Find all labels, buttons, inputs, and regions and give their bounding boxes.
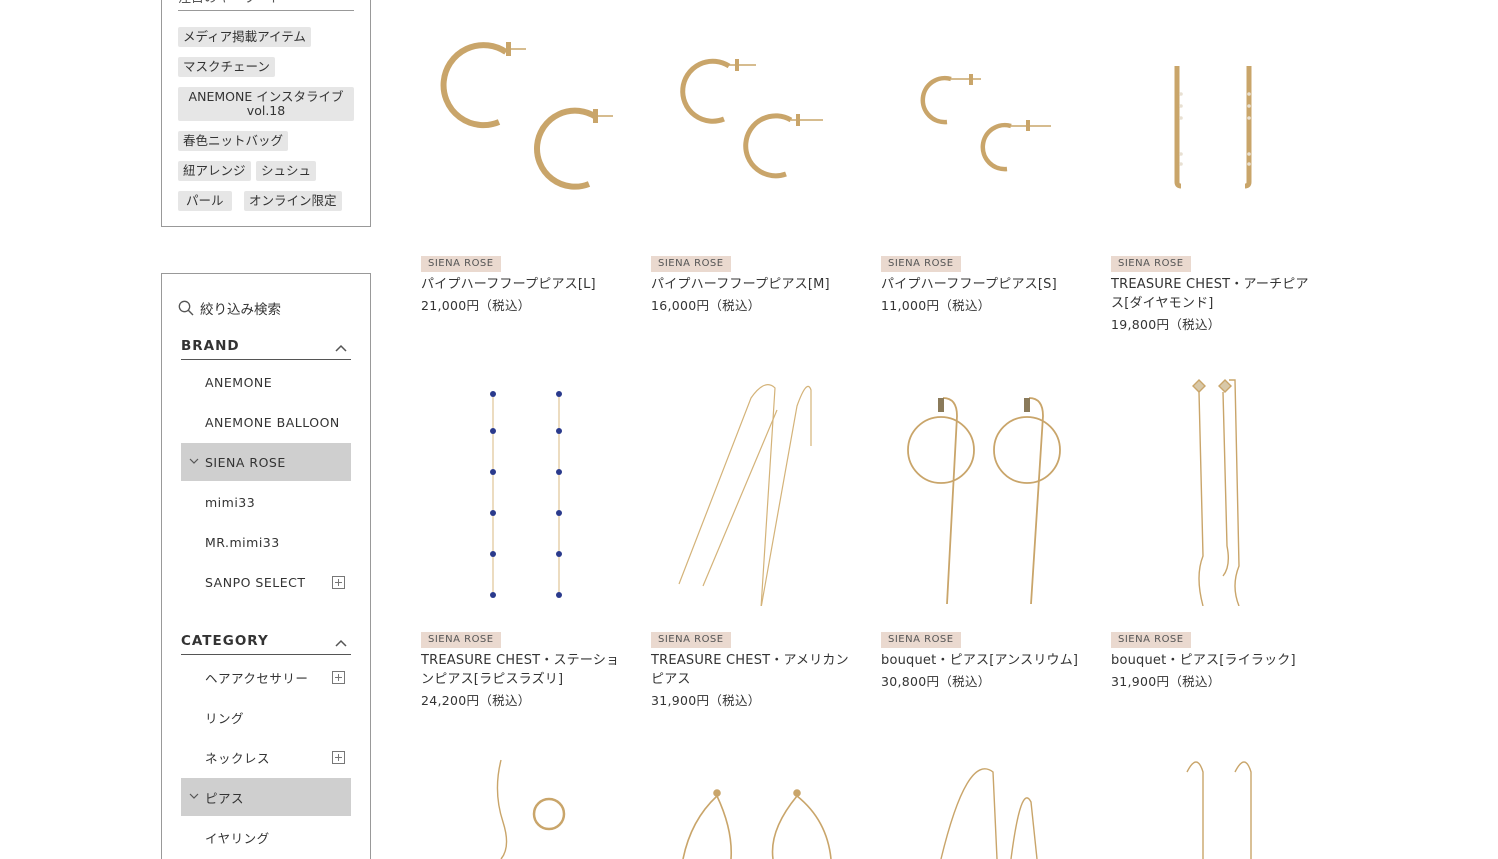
product-name[interactable]: bouquet・ピアス[ライラック] [1111,651,1321,670]
brand-badge: SIENA ROSE [1111,632,1191,648]
brand-section-title: BRAND [181,338,240,354]
arch-earrings-image [1174,66,1252,189]
product-image[interactable] [881,752,1091,859]
plus-box-icon[interactable] [332,671,345,684]
brand-item-label: SIENA ROSE [205,454,286,470]
hoop-earrings-small-image [920,74,1051,172]
chevron-up-icon[interactable] [335,639,347,647]
product-image[interactable] [1111,14,1321,244]
category-item-label: ピアス [205,790,245,806]
plus-box-icon[interactable] [332,751,345,764]
filter-title: 絞り込み検索 [200,302,281,318]
brand-badge: SIENA ROSE [881,632,961,648]
keyword-box-title: 注目のキーワード [178,0,354,11]
check-icon [189,793,199,799]
brand-item-label: SANPO SELECT [205,574,306,590]
brand-item-anemone-balloon[interactable]: ANEMONE BALLOON [181,403,351,441]
plus-box-icon[interactable] [332,576,345,589]
wavy-loop-earrings-image [682,789,832,859]
brand-badge: SIENA ROSE [421,632,501,648]
wave-ear-cuff-image [496,759,566,859]
product-name[interactable]: パイプハーフフープピアス[L] [421,275,631,294]
product-image[interactable] [651,376,861,606]
brand-badge: SIENA ROSE [651,256,731,272]
product-image[interactable] [651,14,861,244]
keyword-tag[interactable]: パール [178,191,232,211]
product-image[interactable] [1111,376,1321,606]
brand-item-label: mimi33 [205,494,256,510]
keyword-tag[interactable]: メディア掲載アイテム [178,27,311,47]
product-image[interactable] [651,780,861,859]
brand-section-header[interactable]: BRAND [181,338,351,360]
product-price: 16,000円（税込） [651,298,761,313]
chain-threader-earrings-image [940,768,1038,859]
product-name[interactable]: TREASURE CHEST・アメリカンピアス [651,651,861,689]
keyword-tag[interactable]: オンライン限定 [244,191,342,211]
product-name[interactable]: TREASURE CHEST・アーチピアス[ダイヤモンド] [1111,275,1321,313]
filter-header: 絞り込み検索 [178,298,281,318]
keyword-tag[interactable]: マスクチェーン [178,57,275,77]
product-price: 11,000円（税込） [881,298,991,313]
product-image[interactable] [1111,752,1321,859]
product-price: 30,800円（税込） [881,674,991,689]
keyword-tag[interactable]: 春色ニットバッグ [178,131,289,151]
category-item-label: イヤリング [205,830,270,846]
brand-item-mimi33[interactable]: mimi33 [181,483,351,521]
wave-drop-earrings-image [1192,379,1240,606]
hoop-earrings-large-image [440,42,613,190]
category-item-ring[interactable]: リング [181,698,351,736]
product-image[interactable] [421,390,631,620]
category-section-title: CATEGORY [181,633,269,649]
ring-drop-earrings-image [907,397,1061,605]
product-image[interactable] [421,752,631,859]
station-earrings-image [490,391,562,598]
category-item-necklace[interactable]: ネックレス [181,738,351,776]
hook-drop-earrings-image [1186,761,1252,859]
keyword-tag[interactable]: シュシュ [256,161,317,181]
product-name[interactable]: パイプハーフフープピアス[M] [651,275,861,294]
product-price: 24,200円（税込） [421,693,531,708]
chevron-up-icon[interactable] [335,344,347,352]
brand-item-label: ANEMONE [205,374,273,390]
brand-item-label: ANEMONE BALLOON [205,414,340,430]
brand-item-anemone[interactable]: ANEMONE [181,363,351,401]
product-image[interactable] [881,376,1091,606]
brand-badge: SIENA ROSE [421,256,501,272]
product-price: 21,000円（税込） [421,298,531,313]
product-price: 31,900円（税込） [651,693,761,708]
brand-item-label: MR.mimi33 [205,534,280,550]
american-earrings-image [678,384,812,606]
product-price: 31,900円（税込） [1111,674,1221,689]
category-item-hair-accessory[interactable]: ヘアアクセサリー [181,658,351,696]
product-name[interactable]: bouquet・ピアス[アンスリウム] [881,651,1091,670]
category-section-header[interactable]: CATEGORY [181,633,351,655]
brand-badge: SIENA ROSE [1111,256,1191,272]
category-item-label: ヘアアクセサリー [205,670,309,686]
product-price: 19,800円（税込） [1111,317,1221,332]
category-item-earring[interactable]: イヤリング [181,818,351,856]
category-item-label: リング [205,710,245,726]
check-icon [189,458,199,464]
keyword-tag[interactable]: 紐アレンジ [178,161,251,181]
product-name[interactable]: パイプハーフフープピアス[S] [881,275,1091,294]
product-image[interactable] [881,14,1091,244]
filter-panel: 絞り込み検索 BRAND ANEMONE ANEMONE BALLOON SIE… [161,273,371,859]
product-name[interactable]: TREASURE CHEST・ステーションピアス[ラピスラズリ] [421,651,631,689]
search-icon [178,300,194,316]
brand-item-sanpo-select[interactable]: SANPO SELECT [181,563,351,601]
brand-item-siena-rose[interactable]: SIENA ROSE [181,443,351,481]
brand-badge: SIENA ROSE [651,632,731,648]
brand-badge: SIENA ROSE [881,256,961,272]
hoop-earrings-medium-image [680,58,823,179]
category-item-label: ネックレス [205,750,271,766]
category-item-pierce[interactable]: ピアス [181,778,351,816]
keyword-tag[interactable]: ANEMONE インスタライブ vol.18 [178,87,354,121]
keyword-box: 注目のキーワード メディア掲載アイテム マスクチェーン ANEMONE インスタ… [161,0,371,227]
brand-item-mr-mimi33[interactable]: MR.mimi33 [181,523,351,561]
product-image[interactable] [421,14,631,244]
